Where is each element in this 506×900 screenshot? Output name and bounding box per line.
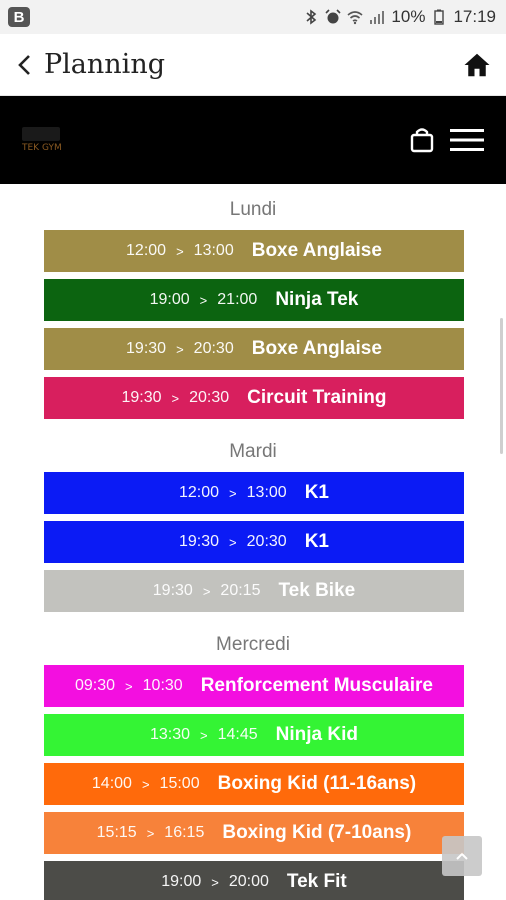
start-time: 15:15 bbox=[96, 824, 137, 841]
start-time: 19:30 bbox=[126, 340, 167, 357]
class-name: Boxe Anglaise bbox=[251, 240, 382, 261]
time-separator: > bbox=[229, 485, 237, 501]
time-separator: > bbox=[176, 243, 184, 259]
end-time: 13:00 bbox=[246, 484, 287, 501]
class-row[interactable]: 09:30 >10:30 Renforcement Musculaire bbox=[44, 665, 464, 707]
start-time: 19:30 bbox=[152, 582, 193, 599]
class-row[interactable]: 19:30 >20:15 Tek Bike bbox=[44, 570, 464, 612]
end-time: 16:15 bbox=[164, 824, 205, 841]
chevron-up-icon bbox=[456, 852, 468, 860]
scroll-to-top-button[interactable] bbox=[442, 836, 482, 876]
chevron-left-icon bbox=[18, 54, 30, 75]
class-name: Tek Bike bbox=[278, 580, 356, 601]
home-icon[interactable] bbox=[462, 50, 492, 80]
start-time: 19:00 bbox=[161, 873, 202, 890]
clock: 17:19 bbox=[453, 7, 496, 26]
class-name: K1 bbox=[304, 482, 329, 503]
logo-text: TEK GYM bbox=[22, 143, 62, 153]
battery-icon bbox=[434, 9, 445, 25]
status-bar: B 10% 17:19 bbox=[0, 0, 506, 34]
time-separator: > bbox=[125, 678, 133, 694]
class-name: K1 bbox=[304, 531, 329, 552]
class-name: Circuit Training bbox=[247, 387, 387, 408]
time-separator: > bbox=[202, 583, 211, 599]
start-time: 12:00 bbox=[126, 242, 167, 259]
class-name: Renforcement Musculaire bbox=[200, 675, 433, 696]
class-row[interactable]: 12:00 >13:00 Boxe Anglaise bbox=[44, 230, 464, 272]
wifi-icon bbox=[347, 11, 363, 25]
page-title: Planning bbox=[44, 49, 165, 80]
app-bar: Planning bbox=[0, 34, 506, 96]
end-time: 20:30 bbox=[189, 389, 230, 406]
day-heading: Mardi bbox=[229, 441, 277, 462]
time-separator: > bbox=[146, 825, 155, 841]
class-row[interactable]: 13:30 >14:45 Ninja Kid bbox=[44, 714, 464, 756]
class-row[interactable]: 19:00 >21:00 Ninja Tek bbox=[44, 279, 464, 321]
schedule-list: Lundi 12:00 >13:00 Boxe Anglaise 19:00 >21:00… bbox=[0, 184, 506, 900]
class-row[interactable]: 12:00 >13:00 K1 bbox=[44, 472, 464, 514]
hamburger-menu-icon[interactable] bbox=[450, 128, 484, 152]
alarm-icon bbox=[325, 9, 341, 24]
time-separator: > bbox=[141, 776, 150, 792]
end-time: 20:30 bbox=[193, 340, 234, 357]
class-name: Boxing Kid (11-16ans) bbox=[217, 773, 417, 794]
battery-percent: 10% bbox=[391, 7, 426, 26]
class-name: Ninja Kid bbox=[275, 724, 359, 745]
day-heading: Lundi bbox=[229, 199, 277, 220]
site-header: TEK GYM bbox=[0, 96, 506, 184]
back-button[interactable] bbox=[10, 45, 38, 85]
day-heading: Mercredi bbox=[216, 634, 290, 655]
class-row[interactable]: 14:00 >15:00 Boxing Kid (11-16ans) bbox=[44, 763, 464, 805]
class-name: Boxe Anglaise bbox=[251, 338, 382, 359]
class-name: Ninja Tek bbox=[275, 289, 359, 310]
scrollbar[interactable] bbox=[500, 318, 503, 454]
end-time: 13:00 bbox=[193, 242, 234, 259]
class-row[interactable]: 15:15 >16:15 Boxing Kid (7-10ans) bbox=[44, 812, 464, 854]
notification-badge: B bbox=[8, 7, 30, 27]
end-time: 20:30 bbox=[246, 533, 287, 550]
time-separator: > bbox=[200, 727, 208, 743]
class-row[interactable]: 19:30 >20:30 K1 bbox=[44, 521, 464, 563]
end-time: 20:15 bbox=[220, 582, 261, 599]
start-time: 13:30 bbox=[149, 726, 191, 743]
logo-mark bbox=[22, 127, 60, 141]
class-row[interactable]: 19:30 >20:30 Boxe Anglaise bbox=[44, 328, 464, 370]
time-separator: > bbox=[171, 390, 180, 406]
logo[interactable]: TEK GYM bbox=[22, 127, 62, 153]
class-row[interactable]: 19:30 >20:30 Circuit Training bbox=[44, 377, 464, 419]
end-time: 15:00 bbox=[159, 775, 200, 792]
end-time: 14:45 bbox=[217, 726, 258, 743]
start-time: 12:00 bbox=[179, 484, 220, 501]
signal-icon bbox=[370, 11, 385, 24]
time-separator: > bbox=[229, 534, 237, 550]
start-time: 09:30 bbox=[75, 677, 116, 694]
class-name: Boxing Kid (7-10ans) bbox=[222, 822, 412, 843]
start-time: 19:00 bbox=[149, 291, 190, 308]
bluetooth-icon bbox=[306, 9, 317, 25]
end-time: 21:00 bbox=[217, 291, 258, 308]
end-time: 20:00 bbox=[228, 873, 269, 890]
end-time: 10:30 bbox=[142, 677, 183, 694]
start-time: 14:00 bbox=[91, 775, 132, 792]
start-time: 19:30 bbox=[179, 533, 220, 550]
time-separator: > bbox=[199, 292, 208, 308]
class-row[interactable]: 19:00 >20:00 Tek Fit bbox=[44, 861, 464, 900]
shopping-bag-icon[interactable] bbox=[410, 127, 434, 153]
start-time: 19:30 bbox=[121, 389, 162, 406]
time-separator: > bbox=[176, 341, 184, 357]
time-separator: > bbox=[211, 874, 219, 890]
class-name: Tek Fit bbox=[286, 871, 347, 892]
